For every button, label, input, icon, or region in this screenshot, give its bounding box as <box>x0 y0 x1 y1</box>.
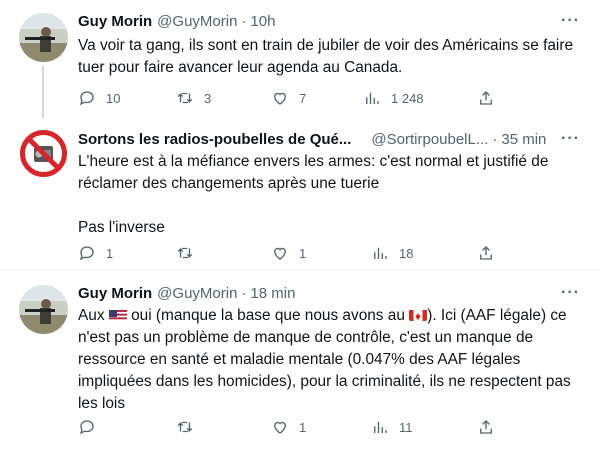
tweet-text: L'heure est à la méfiance envers les arm… <box>78 151 578 239</box>
retweet-button[interactable]: 3 <box>176 88 211 108</box>
like-icon <box>274 421 286 434</box>
tweet-header: Guy Morin @GuyMorin · 10h <box>78 13 275 33</box>
tweet-text: Va voir ta gang, ils sont en train de ju… <box>78 35 578 79</box>
tweet-text-line-1: L'heure est à la méfiance envers les arm… <box>78 153 553 192</box>
text-middle: oui (manque la base que nous avons au <box>131 307 405 324</box>
reply-icon <box>79 420 94 435</box>
tweet-time[interactable]: 18 min <box>250 285 295 302</box>
views-icon <box>366 92 379 104</box>
author-handle[interactable]: @GuyMorin <box>157 285 237 302</box>
reply-icon <box>79 246 94 261</box>
like-count: 1 <box>299 419 307 435</box>
author-name[interactable]: Sortons les radios-poubelles de Qué... <box>78 131 351 148</box>
like-button[interactable]: 7 <box>271 88 306 108</box>
views-count: 18 <box>399 245 414 261</box>
tweet-actions: 1 1 18 <box>78 243 498 263</box>
like-button[interactable]: 1 <box>271 243 306 263</box>
us-flag-icon <box>108 308 127 321</box>
like-icon <box>274 247 286 260</box>
reply-button[interactable] <box>78 417 106 437</box>
share-button[interactable] <box>477 88 495 108</box>
time-separator: · <box>492 131 498 148</box>
tweet-text-content: Aux oui (manque la base que nous avons a… <box>78 305 578 415</box>
tweet-actions: 10 3 7 1 248 <box>78 88 498 108</box>
views-count: 11 <box>399 419 413 435</box>
author-name[interactable]: Guy Morin <box>78 285 152 302</box>
more-options-button[interactable]: ··· <box>561 130 580 148</box>
reply-icon <box>79 91 94 106</box>
like-button[interactable]: 1 <box>271 417 306 437</box>
tweet-text-line-2: Pas l'inverse <box>78 219 165 236</box>
text-prefix: Aux <box>78 307 105 324</box>
views-button[interactable]: 18 <box>371 243 413 263</box>
retweet-icon <box>177 421 193 433</box>
author-name[interactable]: Guy Morin <box>78 13 152 30</box>
share-button[interactable] <box>477 243 495 263</box>
tweet-header: Sortons les radios-poubelles de Qué... @… <box>78 131 546 151</box>
views-icon <box>374 421 387 433</box>
more-options-button[interactable]: ··· <box>561 284 580 302</box>
views-icon <box>374 247 387 259</box>
retweet-icon <box>177 92 193 104</box>
avatar-sortons[interactable] <box>19 129 68 178</box>
time-separator: · <box>241 13 247 30</box>
share-icon <box>480 246 492 260</box>
like-count: 1 <box>299 245 307 261</box>
like-count: 7 <box>299 90 307 106</box>
reply-button[interactable]: 10 <box>78 88 120 108</box>
retweet-count: 3 <box>204 90 212 106</box>
canada-flag-icon <box>409 308 428 321</box>
views-count: 1 248 <box>391 90 424 106</box>
share-button[interactable] <box>477 417 495 437</box>
tweet-3[interactable]: Guy Morin @GuyMorin · 18 min ··· Aux oui… <box>0 272 600 449</box>
tweet-time[interactable]: 10h <box>250 13 275 30</box>
thread-line <box>42 66 44 118</box>
tweet-divider <box>0 270 600 271</box>
share-icon <box>480 420 492 434</box>
tweet-text-content: Va voir ta gang, ils sont en train de ju… <box>78 37 578 76</box>
retweet-icon <box>177 247 193 259</box>
reply-count: 10 <box>106 90 121 106</box>
more-options-button[interactable]: ··· <box>561 12 580 30</box>
views-button[interactable]: 11 <box>371 417 413 437</box>
share-icon <box>480 91 492 105</box>
reply-button[interactable]: 1 <box>78 243 113 263</box>
tweet-header: Guy Morin @GuyMorin · 18 min <box>78 285 295 305</box>
author-handle[interactable]: @GuyMorin <box>157 13 237 30</box>
tweet-time[interactable]: 35 min <box>501 131 546 148</box>
retweet-button[interactable] <box>176 243 204 263</box>
tweet-2[interactable]: Sortons les radios-poubelles de Qué... @… <box>0 118 600 271</box>
tweet-actions: 1 11 <box>78 417 498 437</box>
avatar-guy-morin[interactable] <box>19 285 68 334</box>
author-handle[interactable]: @SortirpoubelL... <box>371 131 488 148</box>
retweet-button[interactable] <box>176 417 204 437</box>
reply-count: 1 <box>106 245 114 261</box>
time-separator: · <box>241 285 247 302</box>
tweet-1[interactable]: Guy Morin @GuyMorin · 10h ··· Va voir ta… <box>0 0 600 118</box>
views-button[interactable]: 1 248 <box>363 88 424 108</box>
tweet-text: Aux oui (manque la base que nous avons a… <box>78 305 578 415</box>
avatar-guy-morin[interactable] <box>19 13 68 62</box>
like-icon <box>274 92 286 105</box>
